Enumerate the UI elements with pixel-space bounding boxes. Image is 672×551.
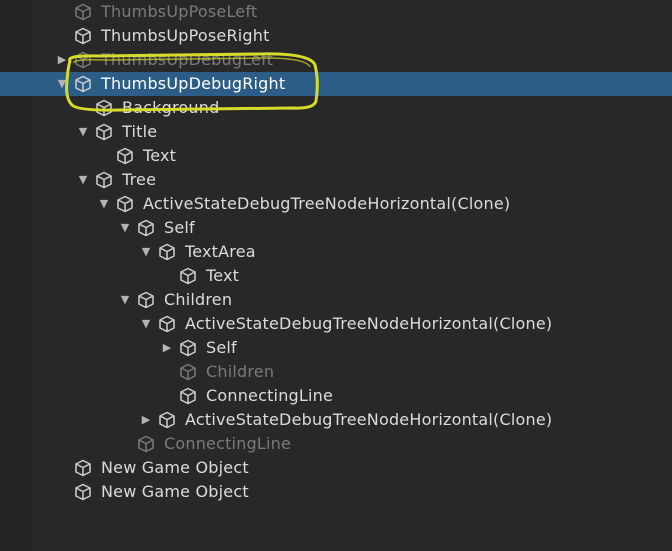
hierarchy-row-label: Text	[143, 146, 177, 165]
caret-down-icon[interactable]: ▼	[140, 318, 152, 330]
gameobject-cube-icon	[74, 27, 92, 45]
gameobject-cube-icon	[158, 243, 176, 261]
hierarchy-row[interactable]: ▼ Title	[0, 120, 672, 144]
hierarchy-tree: ThumbsUpPoseLeft ThumbsUpPoseRight ▶ Thumbs…	[0, 0, 672, 504]
gameobject-cube-icon	[116, 195, 134, 213]
gameobject-cube-icon	[95, 171, 113, 189]
hierarchy-row-label: Self	[206, 338, 237, 357]
gameobject-cube-icon	[158, 315, 176, 333]
hierarchy-row-label: ConnectingLine	[206, 386, 334, 405]
hierarchy-row-label: ThumbsUpPoseRight	[101, 26, 270, 45]
hierarchy-row[interactable]: Text	[0, 264, 672, 288]
hierarchy-row[interactable]: ▼ Self	[0, 216, 672, 240]
gameobject-cube-icon	[74, 459, 92, 477]
hierarchy-row[interactable]: ▼ ThumbsUpDebugRight	[0, 72, 672, 96]
gameobject-cube-icon	[137, 219, 155, 237]
gameobject-cube-icon	[158, 411, 176, 429]
hierarchy-row[interactable]: Background	[0, 96, 672, 120]
hierarchy-row[interactable]: ▶ ActiveStateDebugTreeNodeHorizontal(Clon…	[0, 408, 672, 432]
gameobject-cube-icon	[179, 339, 197, 357]
hierarchy-row[interactable]: Text	[0, 144, 672, 168]
hierarchy-row-label: Title	[122, 122, 158, 141]
hierarchy-row-label: Children	[164, 290, 233, 309]
gameobject-cube-icon	[95, 123, 113, 141]
hierarchy-row[interactable]: ▼ Tree	[0, 168, 672, 192]
hierarchy-row[interactable]: Children	[0, 360, 672, 384]
hierarchy-row-label: Children	[206, 362, 275, 381]
caret-right-icon[interactable]: ▶	[140, 414, 152, 426]
gameobject-cube-icon	[179, 267, 197, 285]
caret-down-icon[interactable]: ▼	[119, 222, 131, 234]
hierarchy-row[interactable]: ▼ ActiveStateDebugTreeNodeHorizontal(Clon…	[0, 312, 672, 336]
hierarchy-row[interactable]: ▼ Children	[0, 288, 672, 312]
gameobject-cube-icon	[116, 147, 134, 165]
hierarchy-row-label: ThumbsUpDebugLeft	[101, 50, 274, 69]
gameobject-cube-icon	[95, 99, 113, 117]
gameobject-cube-icon	[74, 3, 92, 21]
hierarchy-row[interactable]: ▼ ActiveStateDebugTreeNodeHorizontal(Clon…	[0, 192, 672, 216]
hierarchy-row-label: ActiveStateDebugTreeNodeHorizontal(Clone…	[185, 410, 553, 429]
hierarchy-row[interactable]: ConnectingLine	[0, 384, 672, 408]
hierarchy-row-label: ConnectingLine	[164, 434, 292, 453]
hierarchy-row-label: New Game Object	[101, 458, 249, 477]
gameobject-cube-icon	[137, 435, 155, 453]
caret-down-icon[interactable]: ▼	[77, 174, 89, 186]
caret-right-icon[interactable]: ▶	[56, 54, 68, 66]
hierarchy-row[interactable]: ▶ Self	[0, 336, 672, 360]
hierarchy-row[interactable]: ▶ ThumbsUpDebugLeft	[0, 48, 672, 72]
caret-down-icon[interactable]: ▼	[119, 294, 131, 306]
gameobject-cube-icon	[74, 51, 92, 69]
gameobject-cube-icon	[179, 363, 197, 381]
hierarchy-row-label: Text	[206, 266, 240, 285]
gameobject-cube-icon	[179, 387, 197, 405]
gameobject-cube-icon	[137, 291, 155, 309]
hierarchy-row-label: Tree	[122, 170, 157, 189]
hierarchy-row[interactable]: ThumbsUpPoseLeft	[0, 0, 672, 24]
hierarchy-row[interactable]: ▼ TextArea	[0, 240, 672, 264]
hierarchy-row-label: TextArea	[185, 242, 256, 261]
hierarchy-row[interactable]: New Game Object	[0, 456, 672, 480]
hierarchy-row-label: New Game Object	[101, 482, 249, 501]
gameobject-cube-icon	[74, 483, 92, 501]
hierarchy-row-label: ThumbsUpPoseLeft	[101, 2, 258, 21]
hierarchy-panel: ThumbsUpPoseLeft ThumbsUpPoseRight ▶ Thumbs…	[0, 0, 672, 551]
caret-down-icon[interactable]: ▼	[77, 126, 89, 138]
hierarchy-row-label: ActiveStateDebugTreeNodeHorizontal(Clone…	[143, 194, 511, 213]
hierarchy-row[interactable]: ConnectingLine	[0, 432, 672, 456]
hierarchy-row-label: ThumbsUpDebugRight	[101, 74, 286, 93]
hierarchy-row-label: Background	[122, 98, 220, 117]
caret-down-icon[interactable]: ▼	[140, 246, 152, 258]
hierarchy-row[interactable]: New Game Object	[0, 480, 672, 504]
caret-right-icon[interactable]: ▶	[161, 342, 173, 354]
gameobject-cube-icon	[74, 75, 92, 93]
hierarchy-row-label: ActiveStateDebugTreeNodeHorizontal(Clone…	[185, 314, 553, 333]
hierarchy-row[interactable]: ThumbsUpPoseRight	[0, 24, 672, 48]
caret-down-icon[interactable]: ▼	[56, 78, 68, 90]
caret-down-icon[interactable]: ▼	[98, 198, 110, 210]
hierarchy-row-label: Self	[164, 218, 195, 237]
